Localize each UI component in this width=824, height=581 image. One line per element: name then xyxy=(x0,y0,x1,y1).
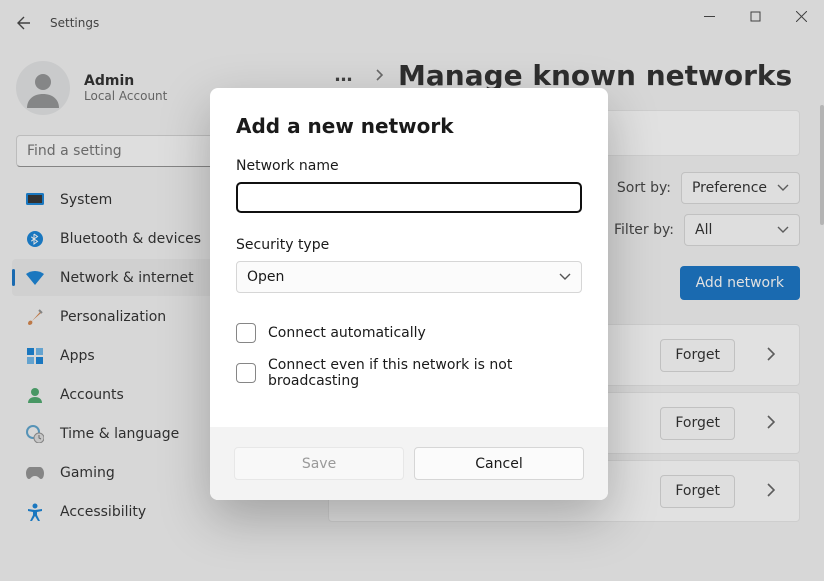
network-name-input[interactable] xyxy=(236,182,582,213)
connect-auto-row[interactable]: Connect automatically xyxy=(236,323,582,343)
dialog-title: Add a new network xyxy=(236,114,582,138)
connect-hidden-row[interactable]: Connect even if this network is not broa… xyxy=(236,357,582,389)
dialog-body: Add a new network Network name Security … xyxy=(210,88,608,427)
security-type-value: Open xyxy=(247,269,284,285)
network-name-label: Network name xyxy=(236,158,582,174)
connect-hidden-label: Connect even if this network is not broa… xyxy=(268,357,582,389)
add-network-dialog: Add a new network Network name Security … xyxy=(210,88,608,500)
chevron-down-icon xyxy=(559,273,571,281)
connect-auto-checkbox[interactable] xyxy=(236,323,256,343)
security-type-select[interactable]: Open xyxy=(236,261,582,293)
cancel-button[interactable]: Cancel xyxy=(414,447,584,480)
save-button[interactable]: Save xyxy=(234,447,404,480)
security-type-label: Security type xyxy=(236,237,582,253)
dialog-footer: Save Cancel xyxy=(210,427,608,500)
connect-auto-label: Connect automatically xyxy=(268,325,426,341)
connect-hidden-checkbox[interactable] xyxy=(236,363,256,383)
